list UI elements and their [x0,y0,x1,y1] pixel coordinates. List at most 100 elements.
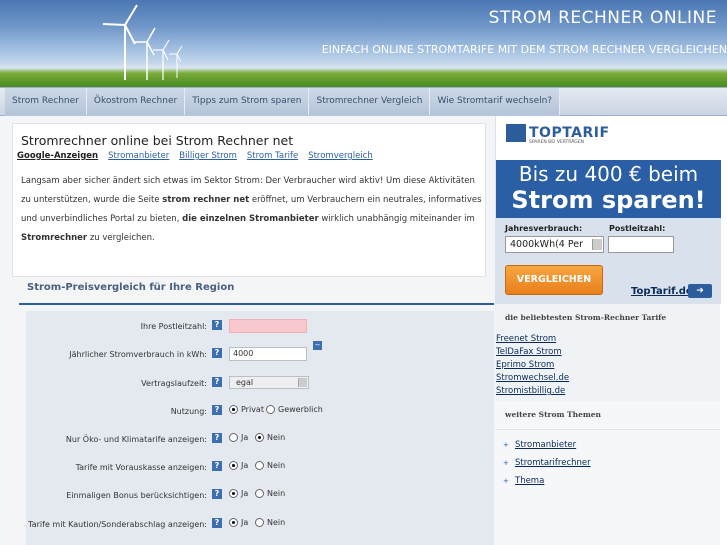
ad-link-strom-tarife[interactable]: Strom Tarife [247,151,298,161]
themen-heading: weitere Strom Themen [505,410,601,419]
oeko-nein-label: Nein [267,433,286,442]
toptarif-logo: TOPTARIF SPAREN BEI VERTRÄGEN [506,124,610,145]
toptarif-logo-icon [506,124,526,142]
laufzeit-select[interactable]: egal [229,376,309,389]
bonus-label: Einmaligen Bonus berücksichtigen: [66,491,207,500]
page-title: Stromrechner online bei Strom Rechner ne… [21,133,294,148]
nutzung-privat-radio[interactable] [229,405,238,414]
help-icon[interactable]: ? [212,461,222,471]
chevron-down-icon [298,378,307,387]
ad-form: Jahresverbrauch: Postleitzahl: 4000kWh(4… [496,218,721,304]
help-icon[interactable]: ? [212,433,222,443]
ad-links-bar: Google-Anzeigen Stromanbieter Billiger S… [17,151,383,161]
vergleichen-button[interactable]: VERGLEICHEN [505,265,603,295]
nav-strom-rechner[interactable]: Strom Rechner [5,88,87,115]
chevron-down-icon [592,239,602,250]
verbrauch-input[interactable]: 4000 [229,347,307,361]
row-vorauskasse: Tarife mit Vorauskasse anzeigen: ? Ja Ne… [26,460,494,478]
ad-banner[interactable]: Bis zu 400 € beim Strom sparen! [496,160,721,218]
help-icon[interactable]: ? [212,348,222,358]
bullet-icon: + [503,459,509,467]
jahresverbrauch-label: Jahresverbrauch: [505,224,583,233]
help-icon[interactable]: ? [212,489,222,499]
jahresverbrauch-select[interactable]: 4000kWh(4 Per [505,236,604,253]
divider [495,429,720,430]
vorauskasse-label: Tarife mit Vorauskasse anzeigen: [75,463,207,472]
vorauskasse-nein-radio[interactable] [255,461,264,470]
oeko-ja-label: Ja [241,433,249,442]
kaution-ja-radio[interactable] [229,518,238,527]
help-icon[interactable]: ? [212,518,222,528]
bullet-icon: + [503,477,509,485]
comparison-title: Strom-Preisvergleich für Ihre Region [27,282,235,293]
vorauskasse-ja-label: Ja [241,461,249,470]
sidebar: TOPTARIF SPAREN BEI VERTRÄGEN Bis zu 400… [495,116,727,545]
tarif-link-stromwechsel[interactable]: Stromwechsel.de [496,373,569,383]
tarife-box: die beliebtesten Strom-Rechner Tarife Fr… [495,304,720,401]
row-laufzeit: Vertragslaufzeit: ? egal [26,376,494,394]
oeko-label: Nur Öko- und Klimatarife anzeigen: [65,435,207,444]
nav-stromrechner-vergleich[interactable]: Stromrechner Vergleich [309,88,431,115]
toptarif-link[interactable]: TopTarif.de [631,286,693,297]
nutzung-privat-label: Privat [241,405,264,414]
site-subtitle: EINFACH ONLINE STROMTARIFE MIT DEM STROM… [321,43,727,56]
row-bonus: Einmaligen Bonus berücksichtigen: ? Ja N… [26,488,494,506]
site-title: STROM RECHNER ONLINE [488,8,717,28]
ad-plz-input[interactable] [608,236,674,253]
toptarif-slogan: SPAREN BEI VERTRÄGEN [529,140,584,145]
ad-link-stromvergleich[interactable]: Stromvergleich [308,151,373,161]
ad-link-stromanbieter[interactable]: Stromanbieter [108,151,169,161]
row-postleitzahl: Ihre Postleitzahl: ? [26,319,494,337]
oeko-nein-radio[interactable] [255,433,264,442]
row-kaution: Tarife mit Kaution/Sonderabschlag anzeig… [26,517,494,535]
nutzung-gewerblich-label: Gewerblich [278,405,323,414]
help-icon[interactable]: ? [212,405,222,415]
thema-link-thema[interactable]: Thema [515,476,544,486]
bonus-nein-radio[interactable] [255,489,264,498]
tarif-link-stromistbillig[interactable]: Stromistbillig.de [496,386,565,396]
kaution-nein-label: Nein [267,518,286,527]
nav-stromtarif-wechseln[interactable]: Wie Stromtarif wechseln? [430,88,561,115]
tarif-link-freenet[interactable]: Freenet Strom [496,334,556,344]
collapse-icon[interactable]: − [313,341,322,350]
intro-text: Langsam aber sicher ändert sich etwas im… [21,176,482,243]
verbrauch-label: Jährlicher Stromverbrauch in kWh: [69,350,207,359]
ad-link-billiger-strom[interactable]: Billiger Strom [179,151,237,161]
toptarif-ad: TOPTARIF SPAREN BEI VERTRÄGEN Bis zu 400… [495,116,721,304]
bonus-nein-label: Nein [267,489,286,498]
tarif-link-teldafax[interactable]: TelDaFax Strom [496,347,562,357]
arrow-right-icon[interactable]: ➜ [688,284,712,298]
intro-box: Stromrechner online bei Strom Rechner ne… [12,123,486,277]
postleitzahl-label: Ihre Postleitzahl: [140,322,207,331]
bullet-icon: + [503,441,509,449]
ad-plz-label: Postleitzahl: [609,224,666,233]
thema-link-stromanbieter[interactable]: Stromanbieter [515,440,576,450]
themen-box: weitere Strom Themen + Stromanbieter + S… [495,401,720,545]
bonus-ja-label: Ja [241,489,249,498]
help-icon[interactable]: ? [212,320,222,330]
banner-line-2: Strom sparen! [511,186,706,214]
kaution-nein-radio[interactable] [255,518,264,527]
kaution-ja-label: Ja [241,518,249,527]
nav-oekostrom-rechner[interactable]: Ökostrom Rechner [86,88,186,115]
bonus-ja-radio[interactable] [229,489,238,498]
tarif-link-eprimo[interactable]: Eprimo Strom [496,360,554,370]
nutzung-label: Nutzung: [170,407,207,416]
nav-tipps-strom-sparen[interactable]: Tipps zum Strom sparen [185,88,310,115]
main-content: Stromrechner online bei Strom Rechner ne… [5,116,495,545]
postleitzahl-input[interactable] [229,319,307,333]
help-icon[interactable]: ? [212,377,222,387]
row-oeko: Nur Öko- und Klimatarife anzeigen: ? Ja … [26,432,494,450]
thema-link-stromtarifrechner[interactable]: Stromtarifrechner [515,458,591,468]
wind-turbines-image [102,4,183,80]
nutzung-gewerblich-radio[interactable] [266,405,275,414]
vorauskasse-ja-radio[interactable] [229,461,238,470]
oeko-ja-radio[interactable] [229,433,238,442]
laufzeit-label: Vertragslaufzeit: [141,379,207,388]
site-header: STROM RECHNER ONLINE EINFACH ONLINE STRO… [0,0,727,87]
divider [19,303,494,305]
price-comparison-section: Strom-Preisvergleich für Ihre Region Ihr… [12,276,494,545]
toptarif-brand: TOPTARIF [529,125,610,141]
row-verbrauch: Jährlicher Stromverbrauch in kWh: ? 4000… [26,341,494,365]
row-nutzung: Nutzung: ? Privat Gewerblich [26,404,494,422]
